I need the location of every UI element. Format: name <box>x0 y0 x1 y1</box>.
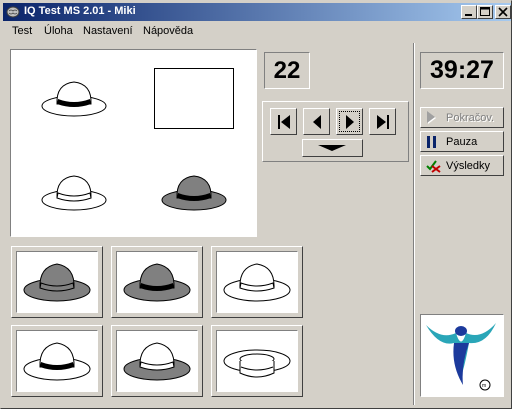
menu-uloha[interactable]: Úloha <box>44 25 73 37</box>
question-number: 22 <box>264 52 310 89</box>
app-window: IQ Test MS 2.01 - Miki Test Úloha Nastav… <box>0 0 512 409</box>
answer-option-4[interactable] <box>11 325 103 397</box>
hat-white-white-band <box>223 263 291 302</box>
prev-icon <box>313 115 321 129</box>
answer-option-3[interactable] <box>211 246 303 318</box>
play-icon <box>346 115 354 129</box>
hat-gray-gray-band <box>23 263 91 302</box>
first-question-button[interactable] <box>270 108 297 135</box>
answer-option-2[interactable] <box>111 246 203 318</box>
close-icon <box>498 7 508 17</box>
chevron-down-icon <box>318 145 346 151</box>
hat-gray-brim-white-crown <box>123 342 191 381</box>
pause-label: Pauza <box>446 136 478 148</box>
logo: m <box>420 314 504 397</box>
continue-label: Pokračov. <box>446 112 495 124</box>
menu-bar: Test Úloha Nastavení Nápověda <box>3 22 511 41</box>
hat-gray-black-band <box>161 175 227 211</box>
minimize-button[interactable] <box>461 5 477 19</box>
window-title: IQ Test MS 2.01 - Miki <box>24 5 136 17</box>
play-disabled-icon <box>427 111 436 124</box>
title-bar[interactable]: IQ Test MS 2.01 - Miki <box>3 3 511 21</box>
answer-option-1[interactable] <box>11 246 103 318</box>
skip-first-icon <box>278 115 290 129</box>
close-button[interactable] <box>495 5 511 19</box>
menu-test[interactable]: Test <box>12 25 32 37</box>
results-icon <box>426 160 441 173</box>
puzzle-panel <box>10 49 257 237</box>
last-question-button[interactable] <box>369 108 396 135</box>
maximize-icon <box>480 7 490 16</box>
brain-icon <box>6 6 20 18</box>
hat-white-black-band <box>23 342 91 381</box>
results-label: Výsledky <box>446 160 491 172</box>
missing-answer-box <box>154 68 234 129</box>
hat-flat-white <box>223 349 291 378</box>
hat-gray-black-band <box>123 263 191 302</box>
previous-question-button[interactable] <box>303 108 330 135</box>
answer-option-6[interactable] <box>211 325 303 397</box>
pause-button[interactable]: Pauza <box>420 131 504 152</box>
pause-icon <box>427 136 436 148</box>
expand-button[interactable] <box>302 139 363 157</box>
svg-text:m: m <box>482 383 486 389</box>
results-button[interactable]: Výsledky <box>420 155 504 176</box>
continue-button[interactable]: Pokračov. <box>420 107 504 128</box>
menu-nastaveni[interactable]: Nastavení <box>83 25 133 37</box>
maximize-button[interactable] <box>477 5 493 19</box>
answer-option-5[interactable] <box>111 325 203 397</box>
navigation-panel <box>262 101 409 162</box>
timer: 39:27 <box>420 52 504 89</box>
menu-napoveda[interactable]: Nápověda <box>143 25 193 37</box>
skip-last-icon <box>377 115 389 129</box>
logo-icon: m <box>426 323 496 391</box>
next-question-button[interactable] <box>336 108 363 135</box>
hat-white-white-band <box>41 175 107 211</box>
minimize-icon <box>465 14 472 16</box>
divider <box>413 43 415 405</box>
hat-white-black-band <box>41 81 107 117</box>
